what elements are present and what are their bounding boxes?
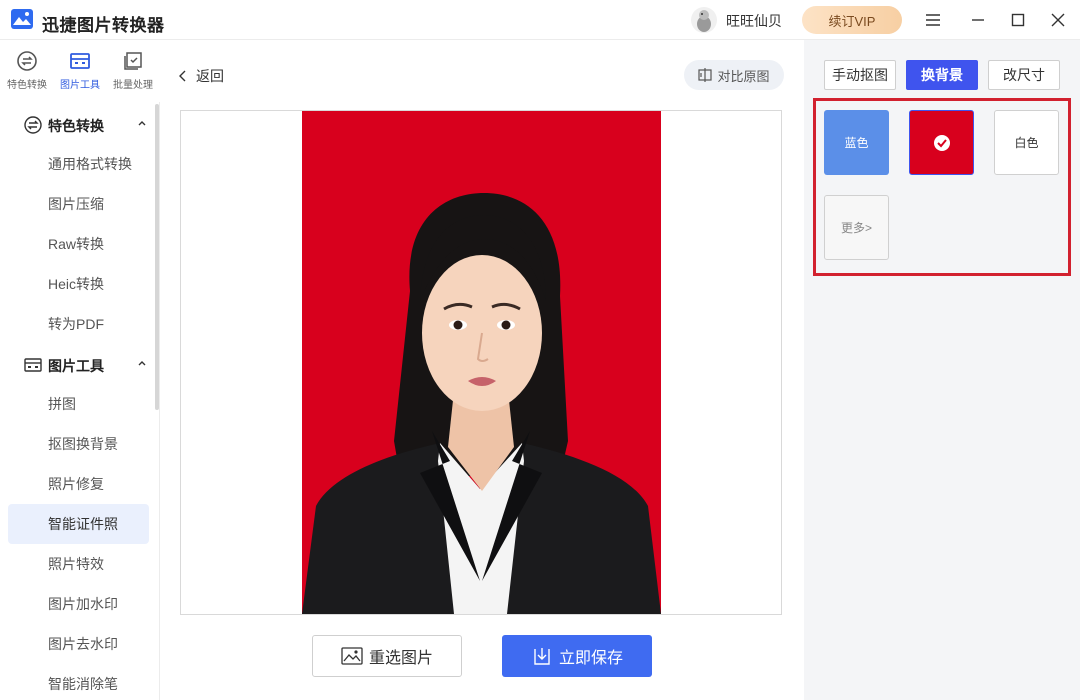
convert-icon <box>17 51 37 71</box>
tab-label: 特色转换 <box>7 80 47 91</box>
compare-icon <box>698 68 713 82</box>
portrait-illustration <box>302 193 661 614</box>
group-feature-convert[interactable]: 特色转换 <box>0 104 158 144</box>
minimize-icon[interactable] <box>968 10 988 30</box>
chevron-left-icon <box>179 70 186 82</box>
compare-label: 对比原图 <box>717 68 770 84</box>
reselect-label: 重选图片 <box>368 650 433 667</box>
sidebar-item-remove-watermark[interactable]: 图片去水印 <box>8 624 149 664</box>
username[interactable]: 旺旺仙贝 <box>726 11 782 31</box>
close-icon[interactable] <box>1048 10 1068 30</box>
image-tools-icon <box>70 53 90 69</box>
image-icon <box>341 647 363 665</box>
tab-change-background[interactable]: 换背景 <box>906 60 978 90</box>
swatch-label: 白色 <box>1014 136 1039 150</box>
tab-batch-process[interactable]: 批量处理 <box>107 50 159 91</box>
group-title: 图片工具 <box>48 358 104 374</box>
tab-label: 图片工具 <box>60 80 100 91</box>
title-bar: 迅捷图片转换器 旺旺仙贝 续订VIP <box>0 0 1080 40</box>
group-image-tools[interactable]: 图片工具 <box>0 344 158 384</box>
sidebar-item-general-format[interactable]: 通用格式转换 <box>8 144 149 184</box>
tab-image-tools[interactable]: 图片工具 <box>54 50 106 91</box>
avatar[interactable] <box>690 6 718 34</box>
swatch-more[interactable]: 更多> <box>824 195 889 260</box>
batch-icon <box>124 52 142 70</box>
chevron-up-icon[interactable] <box>136 117 148 129</box>
renew-vip-button[interactable]: 续订VIP <box>802 6 902 34</box>
sidebar-item-photo-effects[interactable]: 照片特效 <box>8 544 149 584</box>
sidebar-item-raw[interactable]: Raw转换 <box>8 224 149 264</box>
back-label: 返回 <box>196 68 224 84</box>
sidebar-item-eraser[interactable]: 智能消除笔 <box>8 664 149 700</box>
app-logo-icon <box>11 9 33 29</box>
sidebar-item-add-watermark[interactable]: 图片加水印 <box>8 584 149 624</box>
sidebar: 特色转换 通用格式转换 图片压缩 Raw转换 Heic转换 转为PDF 图片工具… <box>0 102 160 700</box>
maximize-icon[interactable] <box>1008 10 1028 30</box>
group-title: 特色转换 <box>48 118 104 134</box>
convert-icon <box>24 116 42 134</box>
tab-feature-convert[interactable]: 特色转换 <box>1 50 53 91</box>
left-tabs: 特色转换 图片工具 批量处理 <box>0 40 160 102</box>
image-canvas <box>180 110 782 615</box>
sidebar-scrollbar[interactable] <box>155 104 159 410</box>
sidebar-item-cutout-background[interactable]: 抠图换背景 <box>8 424 149 464</box>
tab-manual-cutout[interactable]: 手动抠图 <box>824 60 896 90</box>
check-circle-icon <box>933 134 950 151</box>
app-title: 迅捷图片转换器 <box>42 16 165 35</box>
workspace: 返回 对比原图 重选图片 立即保存 <box>160 40 804 700</box>
save-now-button[interactable]: 立即保存 <box>502 635 652 677</box>
sidebar-item-compress[interactable]: 图片压缩 <box>8 184 149 224</box>
swatch-white[interactable]: 白色 <box>994 110 1059 175</box>
swatch-label: 更多> <box>840 221 872 235</box>
back-button[interactable]: 返回 <box>178 66 224 86</box>
reselect-image-button[interactable]: 重选图片 <box>312 635 462 677</box>
chevron-up-icon[interactable] <box>136 357 148 369</box>
swatch-label: 蓝色 <box>844 136 869 150</box>
sidebar-item-collage[interactable]: 拼图 <box>8 384 149 424</box>
image-tools-icon <box>24 358 42 372</box>
sidebar-item-to-pdf[interactable]: 转为PDF <box>8 304 149 344</box>
sidebar-item-photo-repair[interactable]: 照片修复 <box>8 464 149 504</box>
id-photo[interactable] <box>302 111 661 614</box>
tab-resize[interactable]: 改尺寸 <box>988 60 1060 90</box>
tab-label: 批量处理 <box>113 80 153 91</box>
swatch-blue[interactable]: 蓝色 <box>824 110 889 175</box>
sidebar-item-heic[interactable]: Heic转换 <box>8 264 149 304</box>
compare-original-button[interactable]: 对比原图 <box>684 60 784 90</box>
swatch-red[interactable] <box>909 110 974 175</box>
right-panel: 手动抠图 换背景 改尺寸 蓝色 白色 更多> <box>804 40 1080 700</box>
menu-icon[interactable] <box>923 10 943 30</box>
save-label: 立即保存 <box>558 650 623 667</box>
sidebar-item-id-photo[interactable]: 智能证件照 <box>8 504 149 544</box>
download-icon <box>534 648 550 665</box>
